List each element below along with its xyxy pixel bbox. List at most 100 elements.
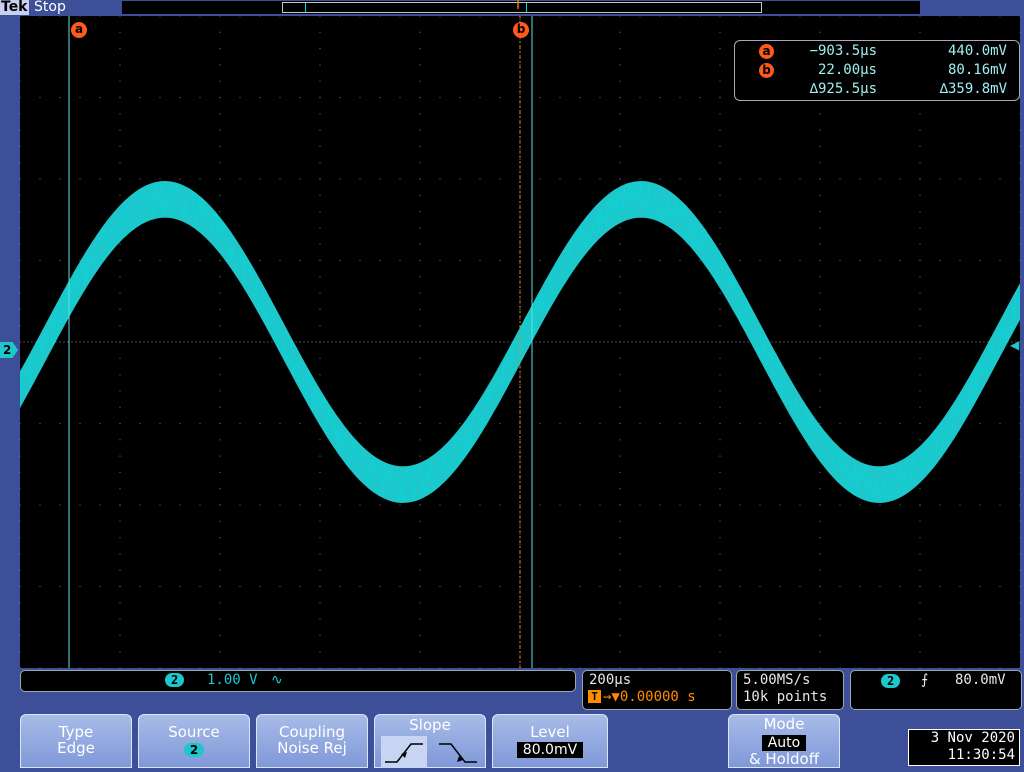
graticule-dot [103, 341, 105, 343]
graticule-dot [583, 341, 585, 343]
coupling-softkey[interactable]: Coupling Noise Rej [256, 714, 368, 768]
graticule-dot [319, 48, 321, 50]
graticule-dot [1019, 178, 1020, 180]
graticule-dot [619, 504, 621, 506]
channel-2-ground-marker[interactable]: 2 [0, 342, 18, 358]
graticule-dot [719, 243, 721, 245]
source-softkey[interactable]: Source 2 [138, 714, 250, 768]
graticule-dot [20, 488, 21, 490]
graticule-dot [919, 259, 921, 262]
graticule-dot [479, 504, 481, 506]
acquisition-status[interactable]: 5.00MS/s 10k points [736, 670, 844, 710]
graticule-dot [819, 259, 821, 262]
graticule-dot [859, 341, 861, 343]
graticule-dot [99, 178, 101, 180]
graticule-dot [699, 16, 701, 17]
graticule-dot [539, 96, 541, 99]
cursor-b-label[interactable]: b [513, 22, 529, 38]
graticule-dot [499, 16, 501, 17]
graticule-dot [619, 520, 621, 522]
graticule-dot [199, 96, 201, 99]
graticule-dot [719, 455, 721, 457]
graticule-dot [563, 341, 565, 343]
graticule-dot [539, 16, 541, 17]
cursor-a-label[interactable]: a [71, 22, 87, 38]
graticule-dot [303, 341, 305, 343]
graticule-dot [219, 276, 221, 278]
graticule-dot [919, 178, 921, 180]
graticule-dot [319, 259, 321, 262]
graticule-dot [819, 162, 821, 164]
graticule-dot [519, 644, 521, 646]
graticule-dot [719, 145, 721, 147]
graticule-dot [119, 308, 121, 310]
graticule-dot [399, 16, 401, 17]
type-softkey[interactable]: Type Edge [20, 714, 132, 768]
graticule-dot [259, 259, 261, 262]
trigger-position-marker[interactable]: T [514, 0, 522, 12]
rising-slope-icon [385, 743, 423, 763]
graticule-dot [1019, 357, 1020, 359]
graticule-dot [319, 64, 321, 66]
slope-softkey[interactable]: Slope [374, 714, 486, 768]
record-length: 10k points [743, 689, 828, 705]
graticule-dot [811, 341, 813, 343]
graticule-dot [795, 341, 797, 343]
graticule-dot [599, 341, 601, 343]
graticule-dot [999, 178, 1001, 180]
graticule-dot [723, 341, 725, 343]
mode-softkey[interactable]: Mode Auto & Holdoff [728, 714, 840, 768]
graticule-dot [519, 263, 521, 265]
graticule-dot [459, 422, 461, 425]
waveform-display[interactable] [20, 16, 1020, 668]
record-view-window[interactable] [282, 2, 762, 13]
graticule-dot [819, 357, 821, 359]
graticule-dot [979, 259, 981, 262]
graticule-dot [1019, 520, 1020, 522]
graticule-dot [899, 341, 901, 343]
graticule-dot [619, 308, 621, 310]
graticule-dot [1019, 651, 1020, 653]
graticule-dot [119, 113, 121, 115]
graticule-dot [423, 341, 425, 343]
graticule-dot [619, 48, 621, 50]
channel-2-status[interactable]: 2 1.00 V ∿ [20, 670, 576, 692]
graticule-dot [379, 96, 381, 99]
graticule-dot [119, 96, 121, 99]
graticule-dot [419, 16, 421, 17]
graticule-dot [155, 341, 157, 343]
graticule-dot [119, 31, 121, 33]
graticule-dot [479, 585, 481, 588]
graticule-dot [131, 341, 133, 343]
graticule-dot [115, 341, 117, 343]
graticule-dot [199, 16, 201, 17]
horizontal-status[interactable]: 200µs T →▼0.00000 s [582, 670, 732, 710]
graticule-dot [819, 553, 821, 555]
falling-slope-option[interactable] [435, 736, 481, 768]
level-softkey[interactable]: Level 80.0mV [492, 714, 608, 768]
graticule-dot [299, 504, 301, 506]
graticule-dot [879, 16, 881, 17]
graticule-dot [479, 667, 481, 668]
graticule-dot [619, 16, 621, 17]
rising-slope-option[interactable] [381, 736, 427, 768]
graticule-dot [915, 341, 917, 343]
trigger-status[interactable]: 2 ⨍ 80.0mV [850, 670, 1022, 710]
graticule-dot [579, 504, 581, 506]
graticule-dot [419, 569, 421, 571]
graticule-dot [955, 341, 957, 343]
graticule-dot [999, 667, 1001, 668]
graticule-dot [887, 341, 889, 343]
graticule-dot [299, 422, 301, 425]
graticule-dot [619, 422, 621, 425]
graticule-dot [799, 16, 801, 17]
graticule-dot [719, 651, 721, 653]
graticule-dot [139, 422, 141, 425]
graticule-dot [431, 341, 433, 343]
graticule-dot [819, 471, 821, 473]
graticule-dot [219, 488, 221, 490]
graticule-dot [615, 341, 617, 343]
graticule-dot [919, 537, 921, 539]
graticule-dot [655, 341, 657, 343]
graticule-dot [807, 341, 809, 343]
